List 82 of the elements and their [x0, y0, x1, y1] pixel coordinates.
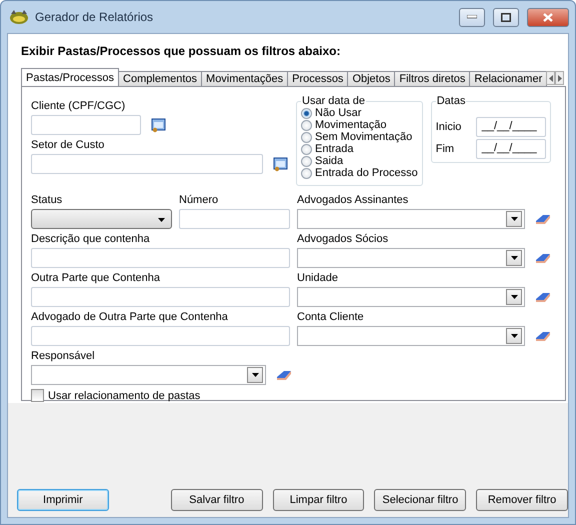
dropdown-button[interactable] [247, 367, 263, 383]
tab[interactable]: Processos [287, 71, 348, 87]
radio-button[interactable] [301, 132, 312, 142]
tab[interactable]: Complementos [118, 71, 202, 87]
radio-label: Saida [315, 155, 344, 167]
radio-button[interactable] [301, 120, 312, 130]
field-label: Status [31, 193, 64, 207]
radio-label: Sem Movimentação [315, 131, 412, 143]
caret-icon [510, 256, 518, 260]
tab[interactable]: Movimentações [201, 71, 288, 87]
field-label: Outra Parte que Contenha [31, 271, 162, 285]
dropdown-button[interactable] [506, 250, 522, 266]
eraser-icon[interactable] [535, 214, 551, 224]
tab[interactable]: Relacionamer [469, 71, 548, 87]
scroll-left-button[interactable] [546, 71, 556, 85]
tab[interactable]: Pastas/Processos [21, 68, 120, 87]
caret-icon [510, 217, 518, 221]
right-arrow-icon [558, 74, 562, 82]
radio-label: Entrada do Processo [315, 167, 418, 179]
input-field[interactable] [179, 209, 290, 229]
input-field[interactable] [31, 248, 290, 268]
caret-icon [510, 334, 518, 338]
group-title: Usar data de [301, 95, 366, 107]
dropdown-button[interactable] [506, 328, 522, 344]
field-label: Cliente (CPF/CGC) [31, 99, 126, 113]
maximize-button[interactable] [493, 8, 519, 26]
field-label: Conta Cliente [297, 310, 365, 324]
caret-icon [158, 218, 165, 222]
eraser-icon[interactable] [535, 292, 551, 302]
action-button[interactable]: Remover filtro [476, 489, 568, 511]
action-button[interactable]: Salvar filtro [170, 489, 263, 511]
field-label: Número [179, 193, 220, 207]
tab[interactable]: Filtros diretos [394, 71, 470, 87]
minimize-icon [467, 15, 477, 19]
date-field[interactable]: __/__/____ [476, 117, 546, 137]
eraser-icon[interactable] [535, 252, 551, 264]
field-label: Descrição que contenha [31, 232, 151, 246]
action-button[interactable]: Imprimir [17, 489, 109, 511]
field-label: Responsável [31, 349, 96, 363]
radio-label: Não Usar [315, 107, 362, 119]
radio-button[interactable] [301, 108, 312, 118]
app-icon [9, 9, 29, 25]
field-label: Setor de Custo [31, 138, 106, 152]
field-label: Fim [436, 143, 454, 155]
close-icon [543, 12, 553, 22]
minimize-button[interactable] [459, 8, 485, 26]
eraser-icon[interactable] [276, 370, 292, 380]
radio-button[interactable] [301, 168, 312, 178]
action-button[interactable]: Limpar filtro [272, 489, 364, 511]
left-arrow-icon [548, 74, 553, 82]
tab[interactable]: Objetos [347, 71, 396, 87]
input-field[interactable] [31, 154, 263, 174]
checkbox-label: Usar relacionamento de pastas [48, 390, 200, 402]
close-button[interactable] [527, 8, 569, 26]
field-label: Inicio [436, 121, 462, 133]
eraser-icon[interactable] [535, 330, 551, 342]
date-field[interactable]: __/__/____ [476, 139, 546, 159]
maximize-icon [501, 12, 511, 22]
heading: Exibir Pastas/Processos que possuam os filtros abaixo: [21, 44, 342, 58]
input-field[interactable] [31, 326, 290, 346]
dropdown-button[interactable] [506, 211, 522, 227]
radio-label: Entrada [315, 143, 354, 155]
input-field[interactable] [31, 287, 290, 307]
field-label: Advogado de Outra Parte que Contenha [31, 310, 229, 324]
group-title: Datas [436, 95, 466, 107]
caret-icon [252, 373, 258, 377]
field-label: Advogados Assinantes [297, 193, 410, 207]
caret-icon [510, 295, 518, 299]
search-window-icon[interactable] [151, 118, 166, 132]
dropdown-button[interactable] [506, 289, 522, 305]
input-field[interactable] [31, 115, 141, 135]
radio-button[interactable] [301, 144, 312, 154]
field-label: Unidade [297, 271, 339, 285]
radio-label: Movimentação [315, 119, 387, 131]
radio-button[interactable] [301, 156, 312, 166]
field-label: Advogados Sócios [297, 232, 390, 246]
action-button[interactable]: Selecionar filtro [374, 489, 466, 511]
status-dropdown[interactable] [31, 209, 172, 229]
window-title: Gerador de Relatórios [35, 10, 154, 24]
scroll-right-button[interactable] [555, 71, 564, 85]
checkbox[interactable] [31, 389, 44, 402]
search-window-icon[interactable] [273, 156, 288, 172]
